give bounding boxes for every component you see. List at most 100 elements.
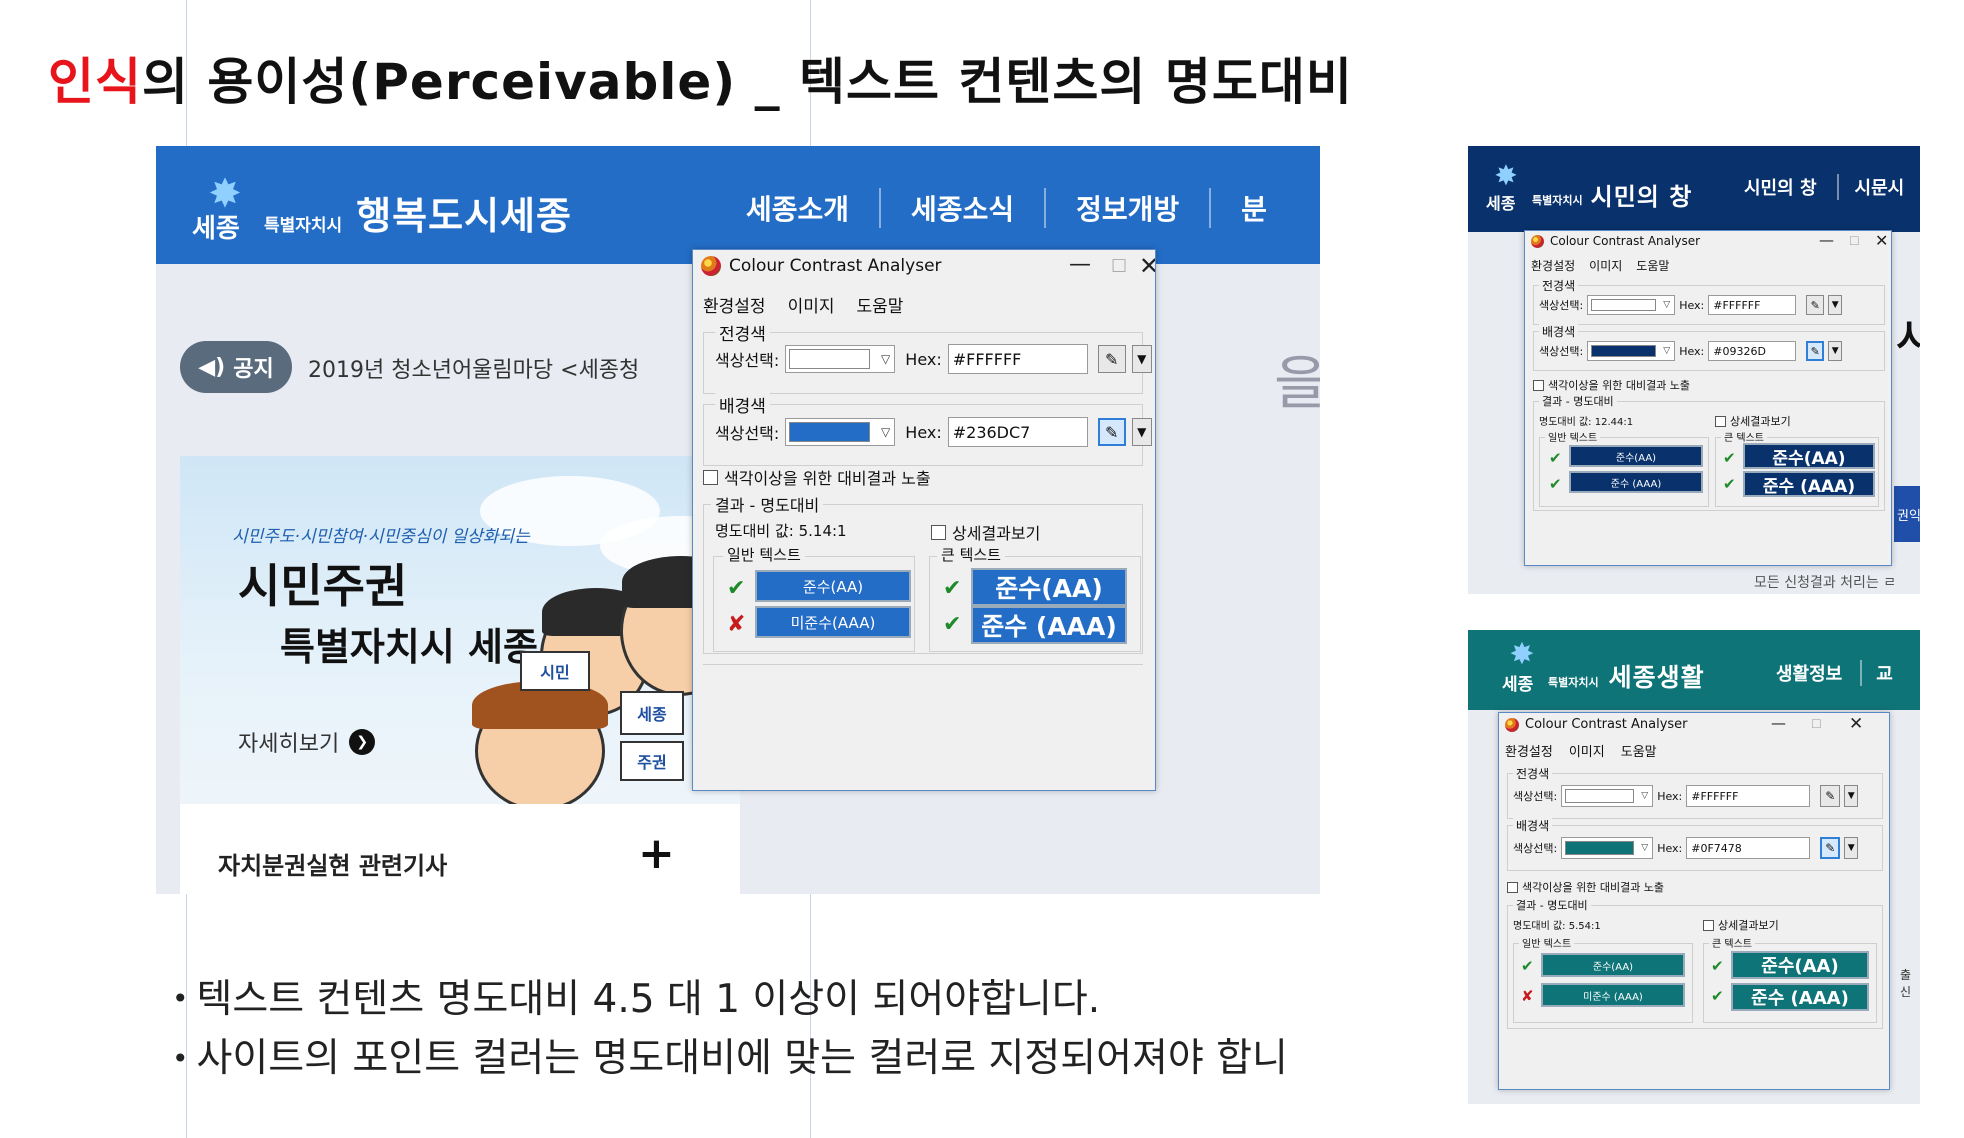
starburst-icon: ✸ <box>1494 159 1518 192</box>
logo-subtitle: 특별자치시 <box>264 216 343 236</box>
nav-item-about[interactable]: 세종소개 <box>716 188 882 228</box>
nav-item-more[interactable]: 시문시 <box>1839 174 1920 200</box>
colorblind-option[interactable]: 색각이상을 위한 대비결과 노출 <box>703 465 931 489</box>
bg-color-swatch <box>789 422 871 442</box>
eyedropper-icon[interactable]: ✎ <box>1820 785 1841 807</box>
article-section-title[interactable]: 자치분권실현 관련기사 <box>218 846 447 881</box>
close-icon[interactable]: ✕ <box>1875 231 1888 250</box>
dialog-menubar: 환경설정 이미지 도움말 <box>703 292 903 317</box>
fg-hex-input[interactable]: #FFFFFF <box>1686 785 1811 807</box>
large-text-label: 큰 텍스트 <box>1709 935 1755 950</box>
dropdown-arrow-icon[interactable]: ▼ <box>1131 418 1152 446</box>
bullet-text: 사이트의 포인트 컬러는 명도대비에 맞는 컬러로 지정되어져야 합니 <box>196 1036 1288 1082</box>
chevron-down-icon: ▽ <box>1641 843 1649 853</box>
bg-hex-input[interactable]: #236DC7 <box>947 417 1088 447</box>
menu-help[interactable]: 도움말 <box>1621 741 1657 760</box>
fg-color-select[interactable]: ▽ <box>1561 785 1654 807</box>
foreground-label: 전경색 <box>715 320 770 345</box>
banner-more-label: 자세히보기 <box>238 732 340 757</box>
cropped-edge-text: 출신 <box>1900 968 1912 999</box>
eyedropper-icon[interactable]: ✎ <box>1806 295 1825 315</box>
citizen-site-logo[interactable]: ✸ 세종 특별자치시 시민의 창 <box>1486 162 1692 214</box>
arrow-right-icon: ❯ <box>349 729 376 755</box>
menu-settings[interactable]: 환경설정 <box>1531 257 1575 274</box>
result-group-label: 결과 - 명도대비 <box>1513 897 1591 913</box>
bg-hex-input[interactable]: #09326D <box>1708 341 1797 361</box>
nav-item-life-info[interactable]: 생활정보 <box>1758 660 1863 686</box>
minimize-icon[interactable]: — <box>1069 252 1091 277</box>
foreground-label: 전경색 <box>1513 765 1553 782</box>
nav-item-citizen-window[interactable]: 시민의 창 <box>1724 174 1839 200</box>
bg-hex-label: Hex: <box>905 422 942 442</box>
detail-checkbox[interactable] <box>1715 415 1726 427</box>
foreground-row: 색상선택: ▽ Hex: #FFFFFF ✎ ▼ <box>1539 295 1843 315</box>
notice-badge[interactable]: ◀) 공지 <box>180 341 292 393</box>
fg-color-select[interactable]: ▽ <box>1587 295 1676 315</box>
detail-option[interactable]: 상세결과보기 <box>931 520 1040 544</box>
fg-hex-input[interactable]: #FFFFFF <box>947 344 1088 374</box>
colorblind-checkbox[interactable] <box>1507 881 1518 893</box>
nav-item-news[interactable]: 세종소식 <box>881 188 1047 228</box>
life-cca-dialog[interactable]: Colour Contrast Analyser — ☐ ✕ 환경설정 이미지 … <box>1498 712 1890 1090</box>
fg-color-select[interactable]: ▽ <box>785 345 896 373</box>
main-site-screenshot: ✸ 세종 특별자치시 행복도시세종 세종소개 세종소식 정보개방 분 ◀) 공지… <box>156 146 1320 894</box>
dropdown-arrow-icon[interactable]: ▼ <box>1828 341 1843 361</box>
dropdown-arrow-icon[interactable]: ▼ <box>1844 837 1859 859</box>
bg-hex-input[interactable]: #0F7478 <box>1686 837 1811 859</box>
detail-option[interactable]: 상세결과보기 <box>1715 413 1791 429</box>
detail-option[interactable]: 상세결과보기 <box>1703 917 1779 933</box>
slide-title-rest: 의 용이성(Perceivable) _ 텍스트 컨텐츠의 명도대비 <box>142 53 1353 111</box>
contrast-ratio: 명도대비 값: 5.14:1 <box>715 522 847 540</box>
detail-label: 상세결과보기 <box>1718 919 1779 932</box>
main-banner[interactable]: 시민주도·시민참여·시민중심이 일상화되는 시민주권 특별자치시 세종 자세히보… <box>180 456 740 804</box>
colorblind-option[interactable]: 색각이상을 위한 대비결과 노출 <box>1507 879 1664 895</box>
detail-checkbox[interactable] <box>931 524 946 540</box>
life-site-logo[interactable]: ✸ 세종 특별자치시 세종생활 <box>1502 640 1705 696</box>
banner-more-link[interactable]: 자세히보기 ❯ <box>238 726 376 758</box>
menu-settings[interactable]: 환경설정 <box>1505 741 1553 760</box>
dropdown-arrow-icon[interactable]: ▼ <box>1844 785 1859 807</box>
eyedropper-icon[interactable]: ✎ <box>1097 418 1126 446</box>
notice-headline[interactable]: 2019년 청소년어울림마당 <세종청 <box>308 352 639 384</box>
large-aaa-result: 준수 (AAA) <box>1743 471 1875 497</box>
dropdown-arrow-icon[interactable]: ▼ <box>1828 295 1843 315</box>
main-site-logo[interactable]: ✸ 세종 특별자치시 행복도시세종 <box>192 174 572 244</box>
colorblind-label: 색각이상을 위한 대비결과 노출 <box>1548 379 1691 392</box>
menu-help[interactable]: 도움말 <box>1636 257 1669 274</box>
menu-image[interactable]: 이미지 <box>788 292 835 317</box>
close-icon[interactable]: ✕ <box>1849 714 1863 734</box>
cca-dialog[interactable]: Colour Contrast Analyser — ☐ ✕ 환경설정 이미지 … <box>692 249 1156 791</box>
eyedropper-icon[interactable]: ✎ <box>1820 837 1841 859</box>
dialog-titlebar: Colour Contrast Analyser <box>701 256 942 276</box>
close-icon[interactable]: ✕ <box>1139 252 1155 280</box>
bg-color-select[interactable]: ▽ <box>1561 837 1654 859</box>
fg-hex-input[interactable]: #FFFFFF <box>1708 295 1797 315</box>
bg-color-select[interactable]: ▽ <box>785 418 896 446</box>
cropped-side-tab[interactable]: 권익 <box>1894 486 1920 542</box>
eyedropper-icon[interactable]: ✎ <box>1097 345 1126 373</box>
maximize-icon[interactable]: ☐ <box>1111 256 1127 277</box>
minimize-icon[interactable]: — <box>1771 714 1786 732</box>
nav-item-more[interactable]: 분 <box>1211 188 1297 228</box>
nav-item-more[interactable]: 교 <box>1862 660 1907 686</box>
detail-checkbox[interactable] <box>1703 919 1714 931</box>
maximize-icon[interactable]: ☐ <box>1849 234 1860 248</box>
nav-item-open-info[interactable]: 정보개방 <box>1046 188 1212 228</box>
logo-subtitle: 특별자치시 <box>1532 194 1583 207</box>
colorblind-checkbox[interactable] <box>1533 379 1544 391</box>
citizen-cca-dialog[interactable]: Colour Contrast Analyser — ☐ ✕ 환경설정 이미지 … <box>1524 230 1892 566</box>
menu-image[interactable]: 이미지 <box>1589 257 1622 274</box>
eyedropper-icon[interactable]: ✎ <box>1806 341 1825 361</box>
menu-image[interactable]: 이미지 <box>1569 741 1605 760</box>
dropdown-arrow-icon[interactable]: ▼ <box>1131 345 1152 373</box>
expand-plus-icon[interactable]: + <box>638 828 675 879</box>
menu-help[interactable]: 도움말 <box>856 292 903 317</box>
bg-color-select[interactable]: ▽ <box>1587 341 1676 361</box>
menu-settings[interactable]: 환경설정 <box>703 292 766 317</box>
fg-color-swatch <box>789 349 871 369</box>
result-group-label: 결과 - 명도대비 <box>1539 393 1617 409</box>
colorblind-checkbox[interactable] <box>703 469 718 485</box>
minimize-icon[interactable]: — <box>1819 231 1834 249</box>
maximize-icon[interactable]: ☐ <box>1811 717 1822 731</box>
colorblind-option[interactable]: 색각이상을 위한 대비결과 노출 <box>1533 377 1690 393</box>
